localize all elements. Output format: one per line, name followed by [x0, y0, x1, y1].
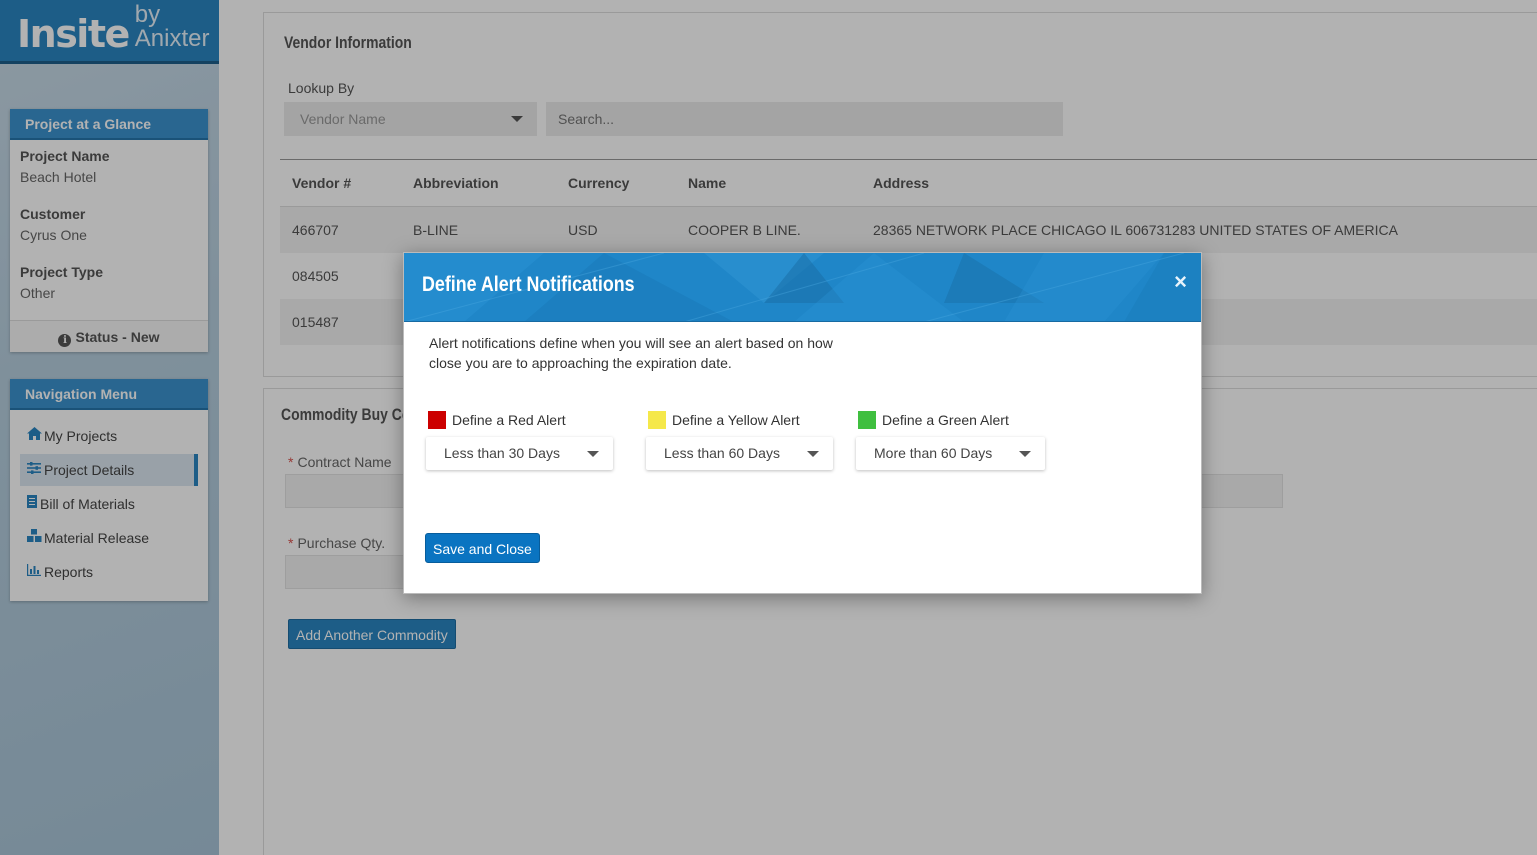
modal-title: Define Alert Notifications [422, 273, 635, 296]
red-alert-label: Define a Red Alert [452, 412, 566, 428]
save-and-close-button[interactable]: Save and Close [425, 533, 540, 563]
define-alert-modal: Define Alert Notifications × Alert notif… [403, 252, 1202, 594]
red-alert-select[interactable]: Less than 30 Days [426, 437, 613, 470]
chevron-down-icon [587, 451, 599, 457]
yellow-alert-label: Define a Yellow Alert [672, 412, 800, 428]
modal-header: Define Alert Notifications × [404, 253, 1201, 322]
green-alert-label: Define a Green Alert [882, 412, 1009, 428]
green-alert-select[interactable]: More than 60 Days [856, 437, 1045, 470]
red-alert-value: Less than 30 Days [444, 445, 560, 461]
yellow-swatch [648, 411, 666, 429]
red-swatch [428, 411, 446, 429]
yellow-alert-value: Less than 60 Days [664, 445, 780, 461]
chevron-down-icon [1019, 451, 1031, 457]
green-alert-group: Define a Green Alert More than 60 Days [856, 411, 1045, 470]
yellow-alert-select[interactable]: Less than 60 Days [646, 437, 833, 470]
modal-description: Alert notifications define when you will… [429, 335, 833, 371]
chevron-down-icon [807, 451, 819, 457]
yellow-alert-group: Define a Yellow Alert Less than 60 Days [646, 411, 833, 470]
close-icon[interactable]: × [1174, 271, 1187, 293]
green-swatch [858, 411, 876, 429]
red-alert-group: Define a Red Alert Less than 30 Days [426, 411, 613, 470]
green-alert-value: More than 60 Days [874, 445, 993, 461]
